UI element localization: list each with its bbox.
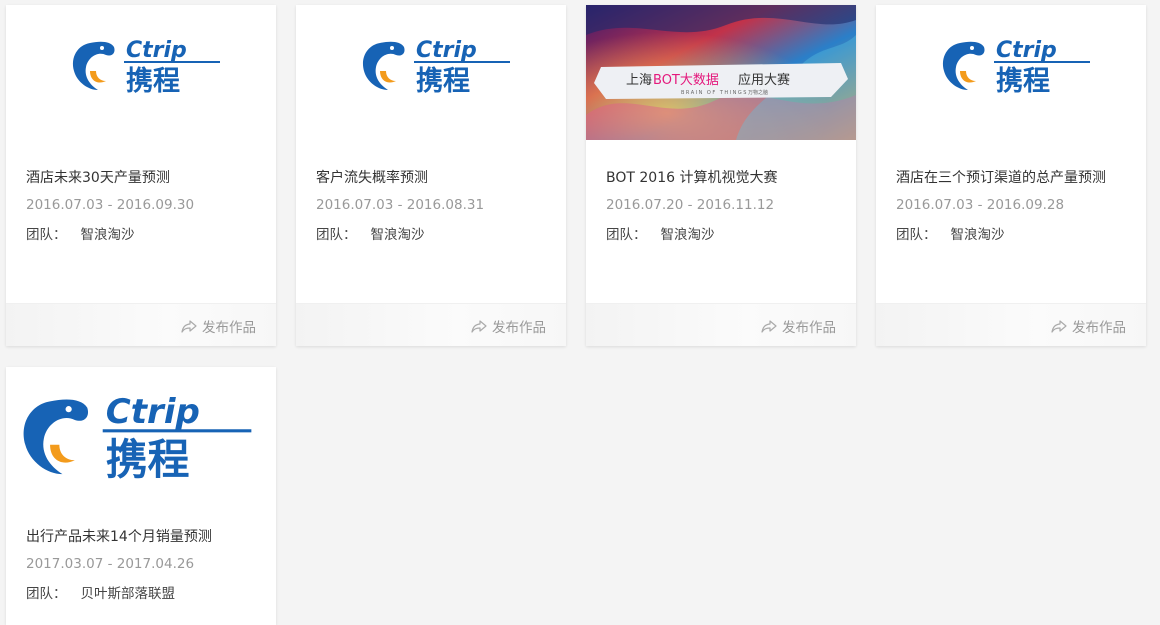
team-name: 智浪淘沙 xyxy=(660,227,715,243)
team-label: 团队： xyxy=(26,227,67,243)
card-title[interactable]: 客户流失概率预测 xyxy=(316,168,546,188)
svg-text:携程: 携程 xyxy=(106,435,190,484)
svg-text:上海: 上海 xyxy=(626,73,652,88)
bot-banner-image: 上海 BOT大数据 应用大赛 BRAIN OF THINGS 万物之脑 xyxy=(586,5,856,140)
card-title[interactable]: 酒店在三个预订渠道的总产量预测 xyxy=(896,168,1126,188)
share-icon xyxy=(181,319,197,333)
card-title[interactable]: 酒店未来30天产量预测 xyxy=(26,168,256,188)
card-footer: 发布作品 xyxy=(876,303,1146,346)
card-title[interactable]: 出行产品未来14个月销量预测 xyxy=(26,527,256,547)
svg-text:Ctrip: Ctrip xyxy=(416,38,477,63)
card-title[interactable]: BOT 2016 计算机视觉大赛 xyxy=(606,168,836,188)
team-label: 团队： xyxy=(606,227,647,243)
card-team: 团队： 智浪淘沙 xyxy=(316,226,546,244)
publish-button[interactable]: 发布作品 xyxy=(181,316,256,336)
card-thumbnail[interactable]: Ctrip 携程 xyxy=(296,5,566,140)
team-label: 团队： xyxy=(896,227,937,243)
competition-card[interactable]: Ctrip 携程 酒店在三个预订渠道的总产量预测 2016.07.03 - 20… xyxy=(876,5,1146,346)
ctrip-logo: Ctrip 携程 xyxy=(16,389,256,489)
ctrip-logo: Ctrip 携程 xyxy=(68,35,223,101)
card-thumbnail[interactable]: 上海 BOT大数据 应用大赛 BRAIN OF THINGS 万物之脑 xyxy=(586,5,856,140)
card-date: 2016.07.03 - 2016.09.30 xyxy=(26,197,195,213)
svg-text:携程: 携程 xyxy=(126,66,180,97)
card-date: 2016.07.20 - 2016.11.12 xyxy=(606,197,775,213)
card-footer: 发布作品 xyxy=(586,303,856,346)
card-team: 团队： 智浪淘沙 xyxy=(26,226,256,244)
card-date: 2016.07.03 - 2016.09.28 xyxy=(896,197,1065,213)
card-date: 2016.07.03 - 2016.08.31 xyxy=(316,197,485,213)
ctrip-logo: Ctrip 携程 xyxy=(358,35,513,101)
svg-text:Ctrip: Ctrip xyxy=(106,392,200,432)
team-label: 团队： xyxy=(316,227,357,243)
svg-text:BOT大数据: BOT大数据 xyxy=(653,73,719,88)
publish-button[interactable]: 发布作品 xyxy=(471,316,546,336)
svg-text:万物之脑: 万物之脑 xyxy=(748,89,768,96)
team-label: 团队： xyxy=(26,586,67,602)
competition-card[interactable]: 上海 BOT大数据 应用大赛 BRAIN OF THINGS 万物之脑 BOT … xyxy=(586,5,856,346)
svg-text:携程: 携程 xyxy=(416,66,470,97)
svg-text:Ctrip: Ctrip xyxy=(126,38,187,63)
card-team: 团队： 智浪淘沙 xyxy=(896,226,1126,244)
competition-card[interactable]: Ctrip 携程 酒店未来30天产量预测 2016.07.03 - 2016.0… xyxy=(6,5,276,346)
team-name: 智浪淘沙 xyxy=(950,227,1005,243)
card-date: 2017.03.07 - 2017.04.26 xyxy=(26,556,195,572)
svg-text:携程: 携程 xyxy=(996,66,1050,97)
team-name: 智浪淘沙 xyxy=(370,227,425,243)
card-thumbnail[interactable]: Ctrip 携程 xyxy=(876,5,1146,140)
card-footer: 发布作品 xyxy=(296,303,566,346)
share-icon xyxy=(1051,319,1067,333)
share-icon xyxy=(471,319,487,333)
card-thumbnail[interactable]: Ctrip 携程 xyxy=(6,367,276,507)
publish-button[interactable]: 发布作品 xyxy=(1051,316,1126,336)
publish-button[interactable]: 发布作品 xyxy=(761,316,836,336)
ctrip-logo: Ctrip 携程 xyxy=(938,35,1093,101)
card-footer: 发布作品 xyxy=(6,303,276,346)
share-icon xyxy=(761,319,777,333)
card-thumbnail[interactable]: Ctrip 携程 xyxy=(6,5,276,140)
card-team: 团队： 智浪淘沙 xyxy=(606,226,836,244)
competition-card[interactable]: Ctrip 携程 客户流失概率预测 2016.07.03 - 2016.08.3… xyxy=(296,5,566,346)
svg-text:Ctrip: Ctrip xyxy=(996,38,1057,63)
svg-text:应用大赛: 应用大赛 xyxy=(738,72,790,88)
svg-text:BRAIN OF THINGS: BRAIN OF THINGS xyxy=(681,90,748,96)
team-name: 智浪淘沙 xyxy=(80,227,135,243)
card-team: 团队： 贝叶斯部落联盟 xyxy=(26,585,256,603)
team-name: 贝叶斯部落联盟 xyxy=(80,586,176,602)
competition-card[interactable]: Ctrip 携程 出行产品未来14个月销量预测 2017.03.07 - 201… xyxy=(6,367,276,625)
